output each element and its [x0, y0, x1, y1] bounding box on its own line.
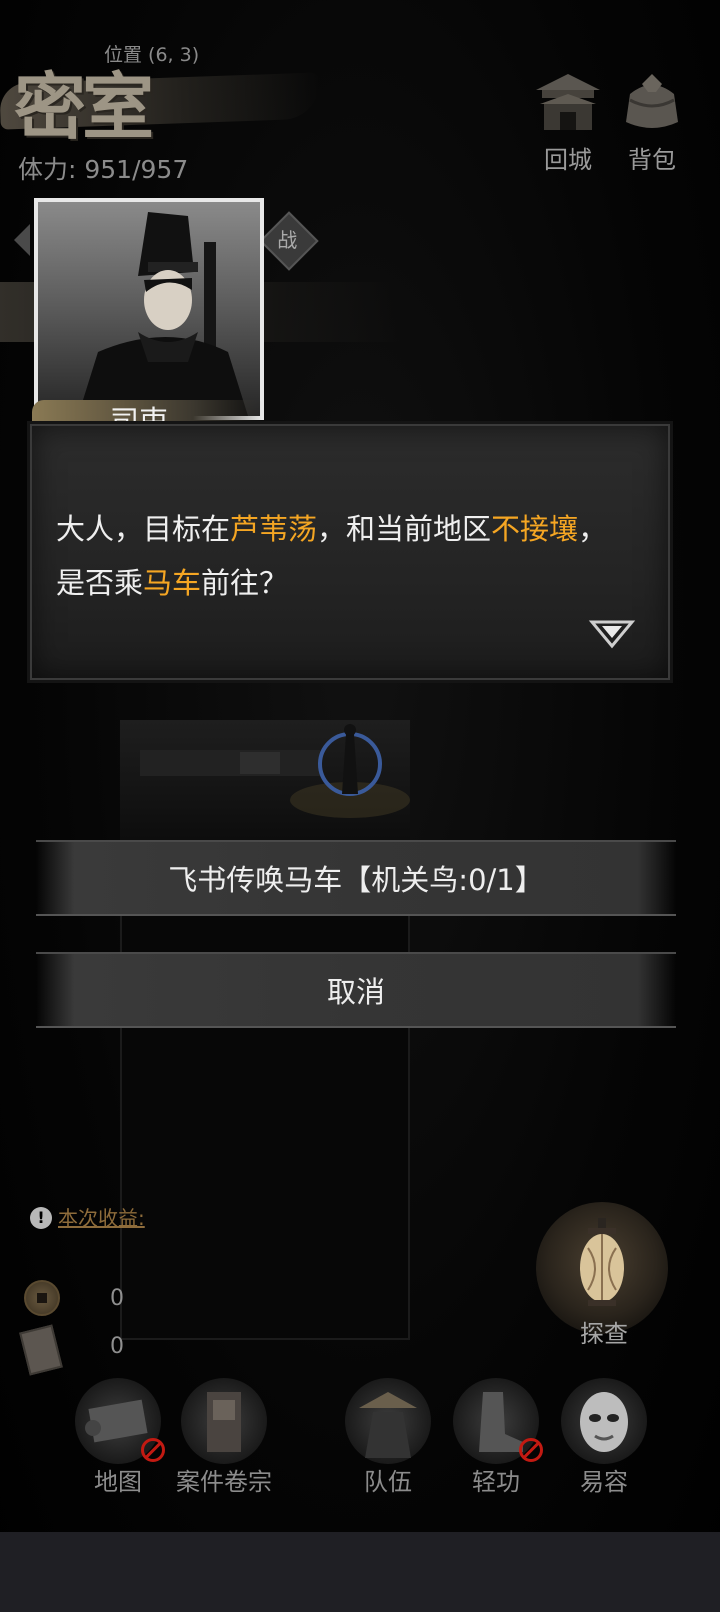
coin-income-value: 0: [110, 1286, 124, 1311]
stamina-display: 体力: 951/957: [18, 155, 189, 184]
summon-bracket-open: 【机关鸟:: [342, 863, 469, 897]
disabled-icon: [141, 1438, 165, 1462]
dialog-not-adjacent: 不接壤: [491, 512, 579, 546]
ticket-icon: [19, 1324, 63, 1376]
dialog-next-icon[interactable]: [588, 618, 636, 650]
dialog-text: 大人，目标在芦苇荡，和当前地区不接壤，是否乘马车前往？: [56, 502, 626, 610]
nav-map[interactable]: 地图: [58, 1378, 178, 1498]
mask-icon: [561, 1378, 647, 1464]
prev-arrow-icon[interactable]: [14, 224, 30, 256]
system-navigation-bar: [0, 1532, 720, 1612]
city-gate-icon: [536, 74, 600, 130]
return-city-label: 回城: [544, 146, 592, 174]
coin-icon: [24, 1280, 60, 1316]
scene-figure-icon: [140, 724, 410, 818]
ticket-income-value: 0: [110, 1334, 124, 1359]
speaker-portrait: [34, 198, 264, 420]
cancel-label: 取消: [326, 975, 385, 1009]
nav-lightness-skill-label: 轻功: [472, 1468, 520, 1496]
cancel-button[interactable]: 取消: [36, 952, 676, 1028]
team-icon: [345, 1378, 431, 1464]
battle-badge-text: 战: [277, 228, 298, 253]
case-file-icon: [181, 1378, 267, 1464]
battle-badge[interactable]: 战: [259, 211, 319, 271]
summon-carriage-text: 马车: [284, 863, 343, 897]
nav-disguise[interactable]: 易容: [544, 1378, 664, 1498]
backpack-button[interactable]: 背包: [612, 70, 692, 174]
explore-button[interactable]: 探查: [530, 1200, 674, 1348]
summon-prefix: 飞书传唤: [168, 863, 285, 897]
dialog-segment: 大人，目标在: [56, 512, 231, 546]
boots-icon: [453, 1378, 543, 1464]
backpack-label: 背包: [628, 146, 676, 174]
dialog-destination: 芦苇荡: [230, 512, 318, 546]
dialog-carriage: 马车: [143, 566, 202, 600]
map-scroll-icon: [75, 1378, 165, 1464]
nav-team-label: 队伍: [364, 1468, 412, 1496]
dialog-segment: ，和当前地区: [317, 512, 492, 546]
location-name: 密室: [14, 64, 154, 149]
disabled-icon: [519, 1438, 543, 1462]
mechanical-bird-count: 0/1: [468, 863, 515, 897]
dialog-segment: 前往？: [201, 566, 289, 600]
scene-preview: [120, 720, 410, 840]
nav-map-label: 地图: [94, 1468, 142, 1496]
info-icon: !: [30, 1207, 52, 1229]
game-screen: 位置 (6, 3) 密室 体力: 951/957 回城 背包 战 司吏 大人，目…: [0, 0, 720, 1612]
official-portrait-icon: [78, 212, 248, 416]
summon-carriage-button[interactable]: 飞书传唤马车【机关鸟:0/1】: [36, 840, 676, 916]
bundle-icon: [626, 74, 678, 128]
nav-case-files[interactable]: 案件卷宗: [164, 1378, 284, 1498]
income-header: ! 本次收益:: [30, 1202, 145, 1231]
dialog-box[interactable]: 大人，目标在芦苇荡，和当前地区不接壤，是否乘马车前往？: [30, 424, 670, 680]
nav-case-files-label: 案件卷宗: [176, 1468, 272, 1496]
nav-team[interactable]: 队伍: [328, 1378, 448, 1498]
location-title: 密室: [0, 48, 321, 149]
summon-bracket-close: 】: [514, 863, 544, 897]
lantern-icon: [580, 1218, 624, 1306]
return-city-button[interactable]: 回城: [528, 70, 608, 174]
income-label: 本次收益:: [58, 1206, 145, 1230]
nav-lightness-skill[interactable]: 轻功: [436, 1378, 556, 1498]
nav-disguise-label: 易容: [580, 1468, 628, 1496]
explore-label: 探查: [580, 1320, 628, 1348]
